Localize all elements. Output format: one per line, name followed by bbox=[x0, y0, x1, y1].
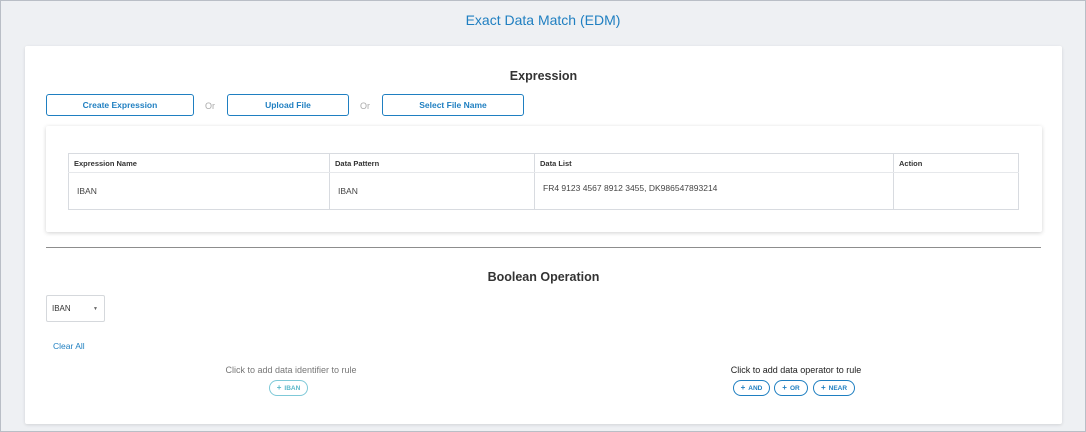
boolean-section-title: Boolean Operation bbox=[487, 270, 600, 284]
section-divider bbox=[46, 247, 1041, 248]
expression-table: Expression Name Data Pattern Data List A… bbox=[68, 153, 1019, 210]
page-title: Exact Data Match (EDM) bbox=[465, 12, 621, 28]
chip-and[interactable]: + AND bbox=[733, 380, 770, 396]
upload-file-button[interactable]: Upload File bbox=[227, 94, 349, 116]
identifier-hint: Click to add data identifier to rule bbox=[225, 365, 357, 375]
table-header-row: Expression Name Data Pattern Data List A… bbox=[68, 153, 1019, 173]
column-header-action: Action bbox=[893, 153, 1019, 173]
expression-section-title: Expression bbox=[509, 69, 578, 83]
column-header-expression-name: Expression Name bbox=[68, 153, 330, 173]
or-separator-1: Or bbox=[205, 101, 215, 111]
plus-icon: + bbox=[820, 383, 826, 392]
cell-expression-name: IBAN bbox=[68, 172, 330, 210]
chip-and-label: AND bbox=[748, 384, 763, 392]
expression-table-card: Expression Name Data Pattern Data List A… bbox=[46, 126, 1042, 232]
chip-iban-label: IBAN bbox=[284, 384, 301, 392]
cell-data-pattern: IBAN bbox=[329, 172, 535, 210]
column-header-data-list: Data List bbox=[534, 153, 894, 173]
chip-iban[interactable]: + IBAN bbox=[269, 380, 308, 396]
create-expression-button[interactable]: Create Expression bbox=[46, 94, 194, 116]
cell-data-list: FR4 9123 4567 8912 3455, DK986547893214 bbox=[534, 172, 894, 210]
table-row: IBAN IBAN FR4 9123 4567 8912 3455, DK986… bbox=[68, 172, 1019, 210]
chip-or[interactable]: + OR bbox=[774, 380, 808, 396]
clear-all-link[interactable]: Clear All bbox=[53, 341, 85, 351]
identifier-select[interactable]: IBAN ▼ bbox=[46, 295, 105, 322]
edm-card: Expression Create Expression Or Upload F… bbox=[25, 46, 1062, 424]
app-frame: Exact Data Match (EDM) Expression Create… bbox=[0, 0, 1086, 432]
plus-icon: + bbox=[782, 383, 787, 392]
caret-down-icon: ▼ bbox=[93, 306, 98, 312]
or-separator-2: Or bbox=[360, 101, 370, 111]
identifier-select-value: IBAN bbox=[52, 304, 71, 313]
plus-icon: + bbox=[740, 383, 746, 392]
plus-icon: + bbox=[276, 383, 282, 392]
chip-near[interactable]: + NEAR bbox=[813, 380, 855, 396]
chip-near-label: NEAR bbox=[828, 384, 848, 392]
column-header-data-pattern: Data Pattern bbox=[329, 153, 535, 173]
operator-hint: Click to add data operator to rule bbox=[730, 365, 862, 375]
cell-action[interactable] bbox=[894, 173, 1019, 210]
select-file-name-button[interactable]: Select File Name bbox=[382, 94, 524, 116]
chip-or-label: OR bbox=[789, 384, 800, 392]
